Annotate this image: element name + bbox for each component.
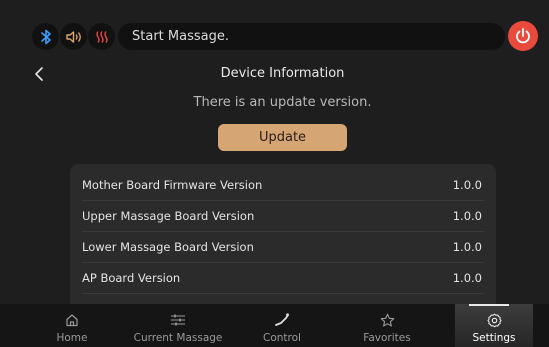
nav-control[interactable]: Control: [236, 304, 328, 347]
page-title: Device Information: [220, 66, 345, 81]
status-message: Start Massage.: [132, 29, 229, 44]
version-value: 1.0.0: [452, 177, 482, 192]
home-icon: [66, 314, 78, 327]
heat-icon[interactable]: [88, 23, 115, 50]
version-row-upper-board: Upper Massage Board Version 1.0.0: [82, 200, 484, 232]
version-list: Mother Board Firmware Version 1.0.0 Uppe…: [70, 164, 496, 304]
speaker-icon[interactable]: [60, 23, 87, 50]
version-row-lower-board: Lower Massage Board Version 1.0.0: [82, 231, 484, 263]
star-icon: [380, 313, 394, 327]
version-label: Mother Board Firmware Version: [82, 177, 263, 192]
nav-settings-label: Settings: [472, 332, 516, 344]
bottom-navigation: Home Current Massage Control Favorites S…: [0, 304, 549, 347]
top-bar: Start Massage.: [0, 0, 549, 62]
nav-settings[interactable]: Settings: [455, 304, 533, 347]
chair-control-icon: [275, 313, 289, 326]
nav-current-massage-label: Current Massage: [133, 332, 223, 344]
version-row-ap-board: AP Board Version 1.0.0: [82, 262, 484, 294]
update-button[interactable]: Update: [218, 124, 347, 151]
version-label: AP Board Version: [82, 270, 181, 285]
active-tab-indicator: [469, 304, 509, 306]
version-value: 1.0.0: [452, 239, 482, 254]
version-label: Upper Massage Board Version: [82, 208, 255, 223]
power-button[interactable]: [508, 21, 538, 51]
version-label: Lower Massage Board Version: [82, 239, 254, 254]
nav-favorites[interactable]: Favorites: [341, 304, 433, 347]
nav-control-label: Control: [263, 332, 301, 344]
nav-home[interactable]: Home: [26, 304, 118, 347]
version-value: 1.0.0: [452, 208, 482, 223]
nav-home-label: Home: [56, 332, 88, 344]
power-icon: [516, 28, 530, 44]
status-message-bar: Start Massage.: [118, 23, 505, 50]
version-row-mother-board: Mother Board Firmware Version 1.0.0: [82, 169, 484, 201]
nav-current-massage[interactable]: Current Massage: [132, 304, 224, 347]
sliders-icon: [171, 314, 185, 326]
gear-icon: [487, 313, 501, 327]
bluetooth-icon[interactable]: [32, 23, 59, 50]
version-value: 1.0.0: [452, 270, 482, 285]
nav-favorites-label: Favorites: [363, 332, 411, 344]
update-notice: There is an update version.: [193, 95, 372, 110]
